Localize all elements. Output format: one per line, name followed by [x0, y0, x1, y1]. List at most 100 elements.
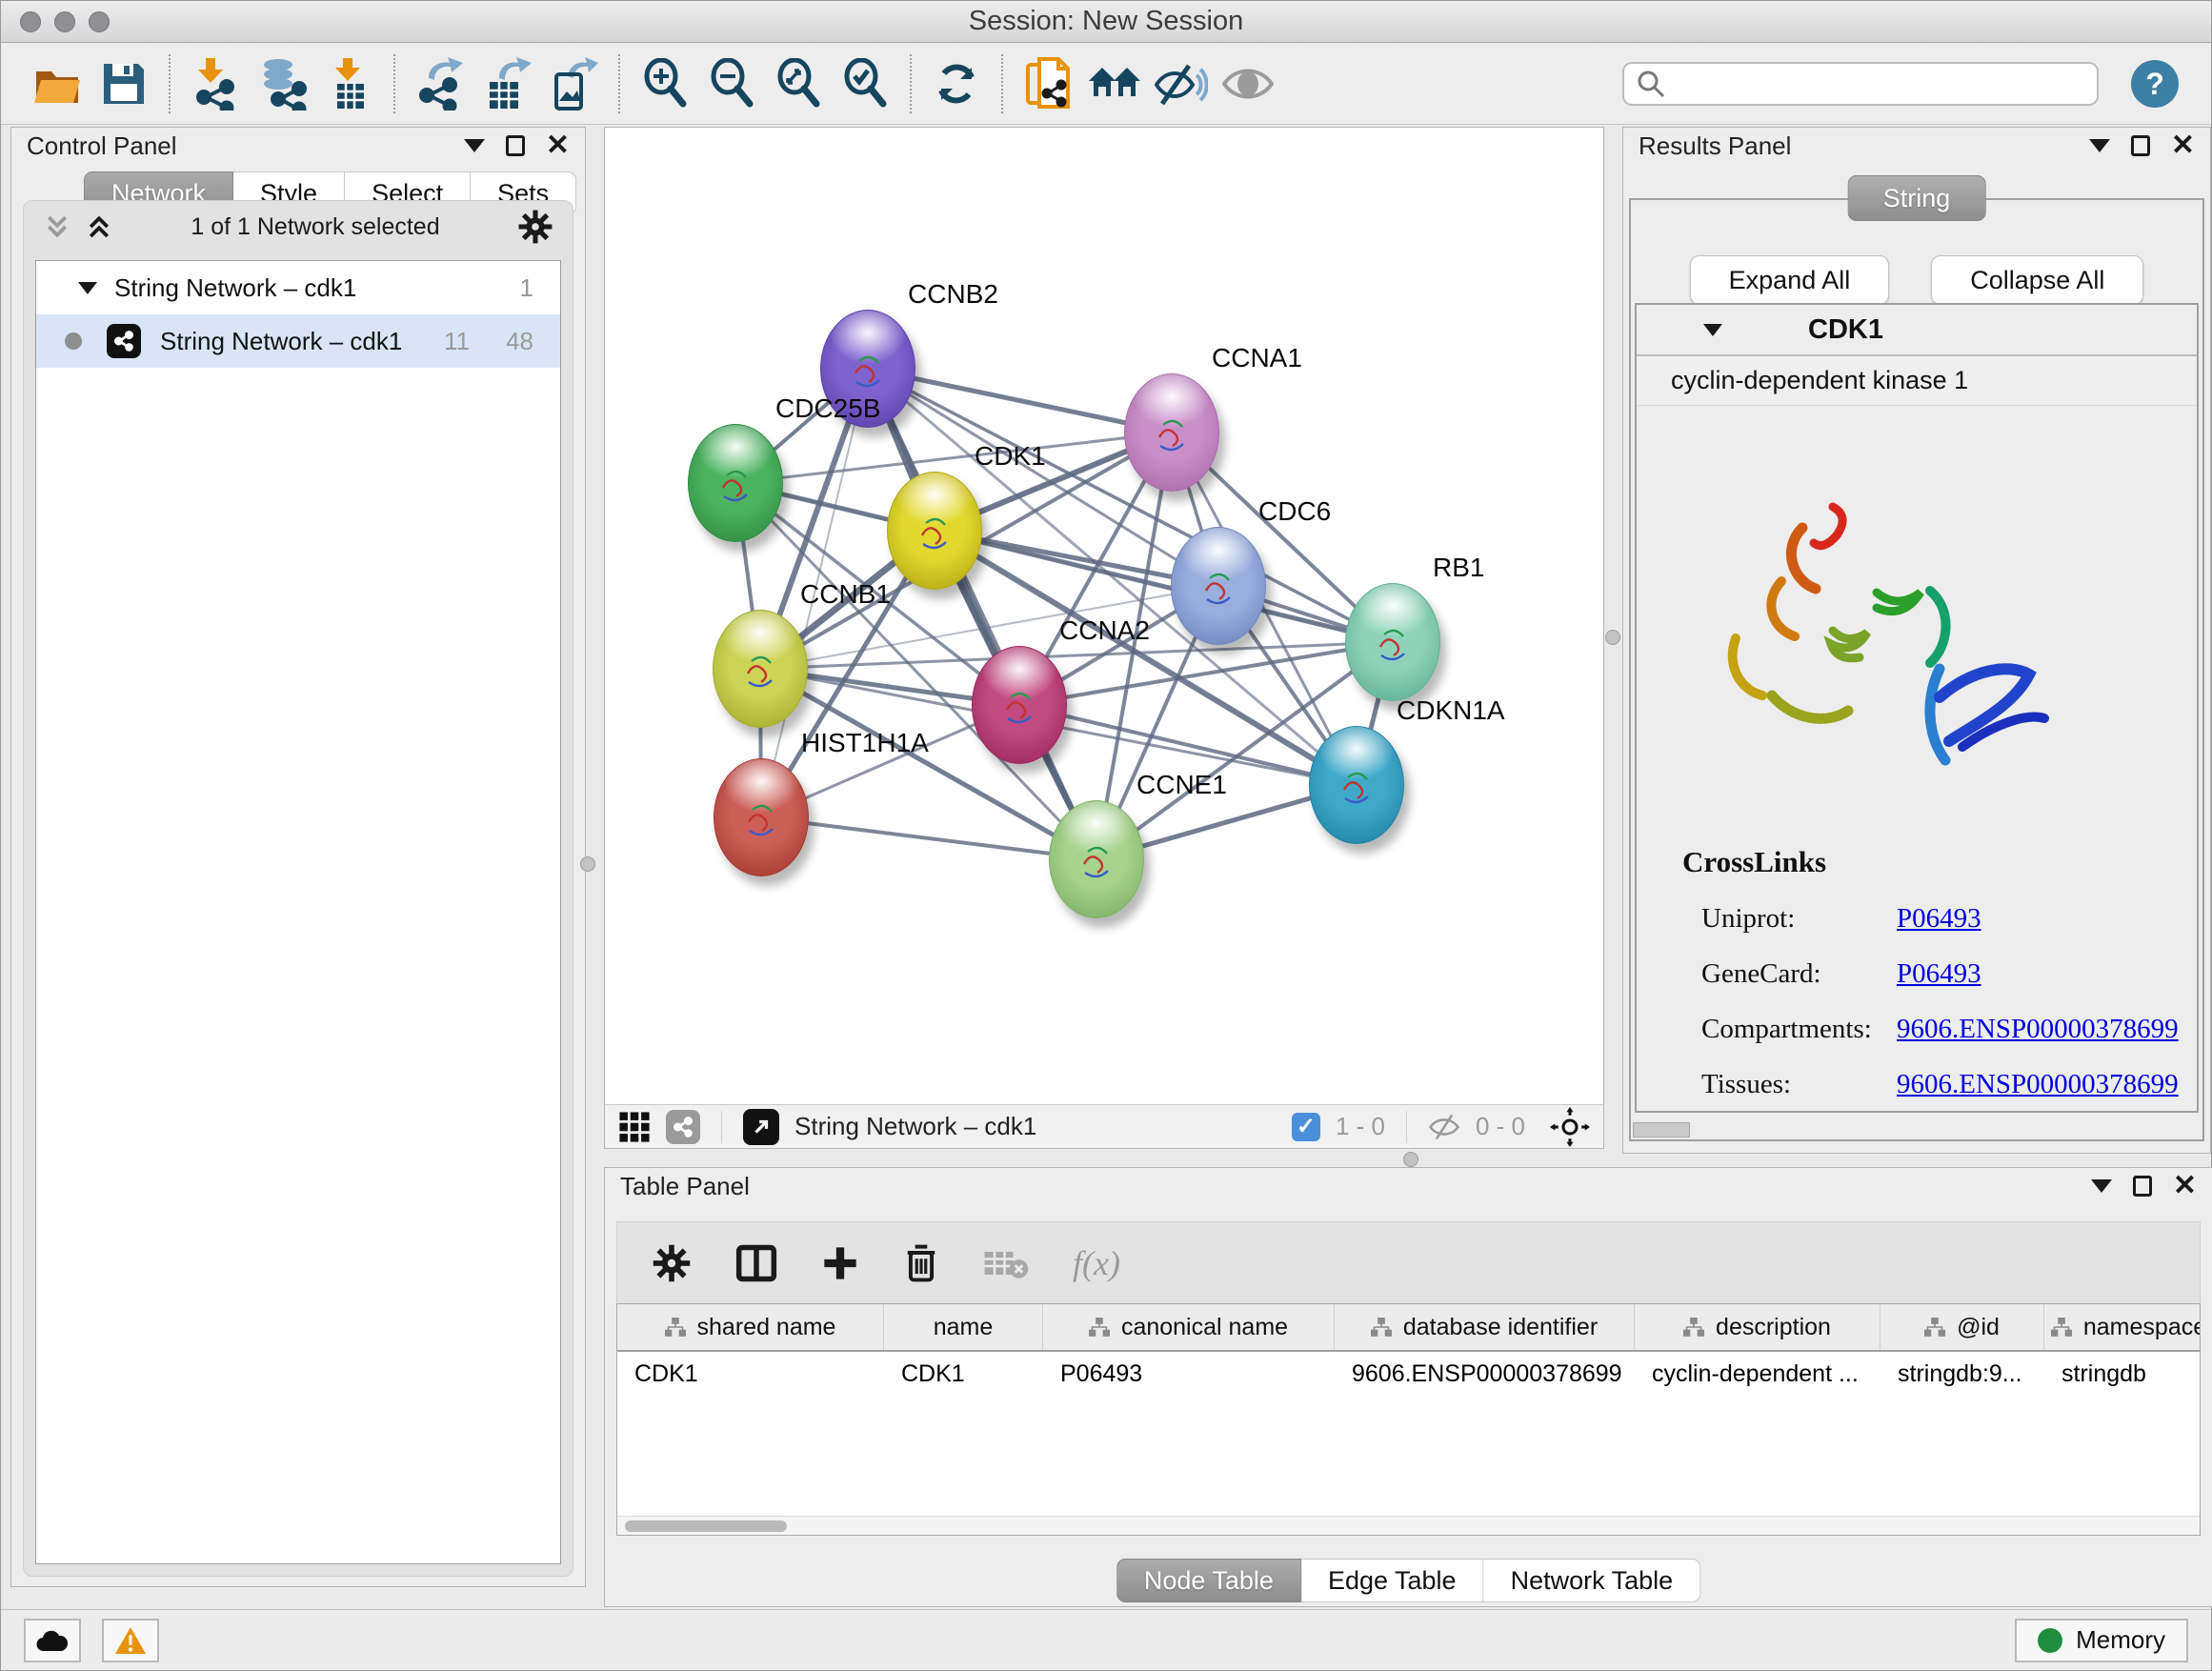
- panel-menu-icon[interactable]: [2091, 1179, 2112, 1193]
- network-edge-HIST1H1A-CCNE1[interactable]: [761, 817, 1096, 859]
- warning-icon: [114, 1626, 147, 1655]
- panel-menu-icon[interactable]: [2089, 139, 2110, 152]
- minimize-window-button[interactable]: [54, 11, 75, 32]
- memory-button[interactable]: Memory: [2015, 1619, 2188, 1662]
- network-node-CCNA2[interactable]: [972, 646, 1067, 764]
- string-glasses-button[interactable]: [1154, 53, 1209, 114]
- help-button[interactable]: ?: [2131, 60, 2179, 108]
- column-header-database-identifier[interactable]: database identifier: [1335, 1304, 1635, 1350]
- string-highlight-button[interactable]: [1220, 53, 1276, 114]
- title-bar[interactable]: Session: New Session: [1, 1, 2211, 43]
- panel-close-icon[interactable]: ✕: [546, 131, 570, 160]
- zoom-fit-button[interactable]: [771, 53, 826, 114]
- expand-all-icon[interactable]: [85, 212, 113, 241]
- selected-checkbox-icon[interactable]: ✓: [1292, 1113, 1320, 1141]
- collapse-all-button[interactable]: Collapse All: [1931, 255, 2143, 305]
- panel-float-icon[interactable]: [2133, 1176, 2152, 1197]
- network-node-CCNB1[interactable]: [713, 610, 808, 728]
- birds-eye-icon[interactable]: [1550, 1107, 1590, 1147]
- table-cell[interactable]: CDK1: [884, 1352, 1043, 1396]
- right-splitter-handle[interactable]: [1605, 630, 1620, 645]
- export-table-button[interactable]: [479, 53, 534, 114]
- network-node-CCNE1[interactable]: [1049, 800, 1144, 918]
- delete-column-icon[interactable]: [903, 1243, 939, 1283]
- network-node-CDC25B[interactable]: [688, 424, 783, 542]
- network-node-CDC6[interactable]: [1171, 527, 1266, 645]
- column-header-canonical-name[interactable]: canonical name: [1043, 1304, 1335, 1350]
- node-label-CCNB1: CCNB1: [800, 579, 891, 610]
- import-table-button[interactable]: [321, 53, 376, 114]
- table-cell[interactable]: cyclin-dependent ...: [1635, 1352, 1880, 1396]
- crosslink-link[interactable]: 9606.ENSP00000378699: [1897, 1014, 2179, 1045]
- column-header-id[interactable]: @id: [1880, 1304, 2044, 1350]
- gene-card-header[interactable]: CDK1: [1637, 305, 2197, 356]
- import-network-database-button[interactable]: [254, 53, 310, 114]
- network-node-RB1[interactable]: [1345, 583, 1440, 701]
- string-copy-network-button[interactable]: [1020, 53, 1076, 114]
- open-session-button[interactable]: [30, 53, 85, 114]
- grid-icon[interactable]: [618, 1111, 651, 1143]
- zoom-selected-button[interactable]: [837, 53, 893, 114]
- apply-layout-button[interactable]: [929, 53, 984, 114]
- tab-string[interactable]: String: [1848, 175, 1986, 221]
- table-cell[interactable]: P06493: [1043, 1352, 1335, 1396]
- network-node-CDK1[interactable]: [887, 472, 982, 590]
- expand-all-button[interactable]: Expand All: [1690, 255, 1890, 305]
- table-cell[interactable]: CDK1: [617, 1352, 884, 1396]
- results-scrollbar[interactable]: [1633, 1122, 1690, 1137]
- search-input[interactable]: [1666, 70, 2085, 99]
- network-collection-row[interactable]: String Network – cdk1 1: [36, 261, 560, 314]
- scrollbar-thumb[interactable]: [625, 1520, 787, 1532]
- tab-edge-table[interactable]: Edge Table: [1301, 1559, 1484, 1602]
- panel-close-icon[interactable]: ✕: [2173, 1172, 2197, 1200]
- tab-network-table[interactable]: Network Table: [1484, 1559, 1701, 1602]
- close-window-button[interactable]: [20, 11, 41, 32]
- collection-expand-icon[interactable]: [78, 282, 97, 294]
- save-session-button[interactable]: [96, 53, 151, 114]
- panel-float-icon[interactable]: [2131, 135, 2150, 156]
- string-home-button[interactable]: [1087, 53, 1142, 114]
- table-cell[interactable]: stringdb:9...: [1880, 1352, 2044, 1396]
- table-horizontal-scrollbar[interactable]: [617, 1516, 2200, 1535]
- column-header-shared-name[interactable]: shared name: [617, 1304, 884, 1350]
- table-gear-icon[interactable]: [652, 1243, 692, 1283]
- table-cell[interactable]: 9606.ENSP00000378699: [1335, 1352, 1635, 1396]
- table-cell[interactable]: stringdb: [2044, 1352, 2201, 1396]
- zoom-out-button[interactable]: [704, 53, 759, 114]
- node-label-CCNA2: CCNA2: [1059, 615, 1150, 646]
- bottom-splitter-handle[interactable]: [1403, 1152, 1418, 1167]
- zoom-window-button[interactable]: [89, 11, 110, 32]
- column-header-description[interactable]: description: [1635, 1304, 1880, 1350]
- network-row[interactable]: String Network – cdk1 11 48: [36, 314, 560, 368]
- crosslink-link[interactable]: P06493: [1897, 958, 1981, 990]
- export-network-button[interactable]: [412, 53, 468, 114]
- add-column-icon[interactable]: [821, 1244, 859, 1282]
- crosslink-link[interactable]: P06493: [1897, 903, 1981, 935]
- open-in-window-icon[interactable]: [743, 1109, 779, 1145]
- network-node-CDKN1A[interactable]: [1309, 726, 1404, 844]
- cloud-status-button[interactable]: [24, 1619, 81, 1662]
- gene-collapse-icon[interactable]: [1703, 324, 1722, 336]
- network-node-CCNA1[interactable]: [1124, 373, 1219, 492]
- network-node-HIST1H1A[interactable]: [714, 758, 809, 876]
- export-image-button[interactable]: [546, 53, 601, 114]
- show-columns-icon[interactable]: [735, 1242, 777, 1284]
- gear-icon[interactable]: [517, 209, 553, 245]
- tab-node-table[interactable]: Node Table: [1116, 1559, 1301, 1602]
- left-splitter-handle[interactable]: [580, 856, 595, 872]
- panel-close-icon[interactable]: ✕: [2171, 131, 2195, 160]
- column-header-name[interactable]: name: [884, 1304, 1043, 1350]
- import-network-file-button[interactable]: [188, 53, 243, 114]
- network-edge-RB1-CCNB1[interactable]: [760, 642, 1393, 669]
- collapse-all-icon[interactable]: [43, 212, 71, 241]
- column-header-namespace[interactable]: namespace: [2044, 1304, 2201, 1350]
- hidden-eye-icon[interactable]: [1428, 1113, 1460, 1141]
- crosslink-link[interactable]: 9606.ENSP00000378699: [1897, 1069, 2179, 1100]
- warning-status-button[interactable]: [102, 1619, 159, 1662]
- network-view[interactable]: CCNB2CCNA1CDC25BCDK1CDC6RB1CCNB1CCNA2CDK…: [604, 127, 1604, 1149]
- zoom-in-button[interactable]: [637, 53, 693, 114]
- table-row[interactable]: CDK1CDK1P064939606.ENSP00000378699cyclin…: [617, 1352, 2200, 1396]
- panel-float-icon[interactable]: [506, 135, 525, 156]
- panel-menu-icon[interactable]: [464, 139, 485, 152]
- network-badge-icon[interactable]: [666, 1110, 700, 1144]
